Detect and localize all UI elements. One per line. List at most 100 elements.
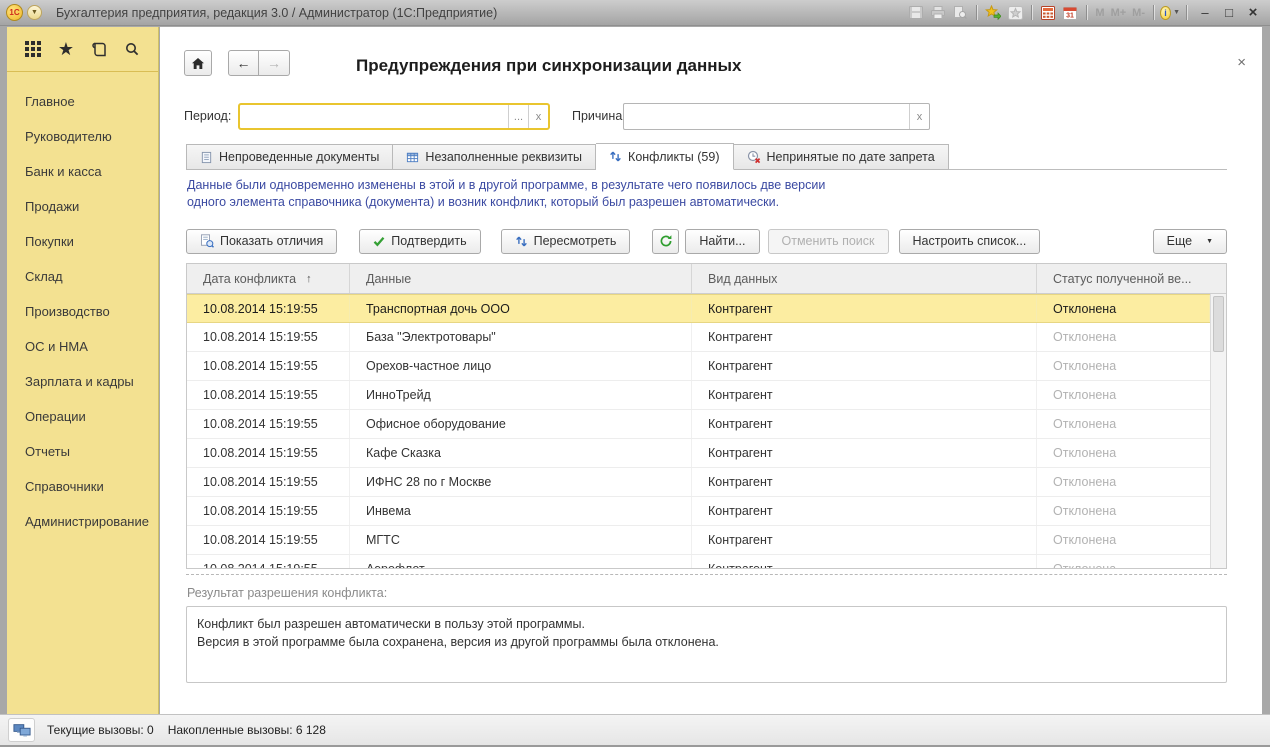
sidebar-item[interactable]: ОС и НМА	[7, 329, 158, 364]
forward-button[interactable]: →	[259, 50, 290, 76]
show-differences-label: Показать отличия	[220, 234, 323, 248]
table-row[interactable]: 10.08.2014 15:19:55 Аэрофлот Контрагент …	[187, 555, 1226, 569]
table-row[interactable]: 10.08.2014 15:19:55 ИнноТрейд Контрагент…	[187, 381, 1226, 410]
conflicts-table: Дата конфликта ↑ Данные Вид данных Стату…	[186, 263, 1227, 569]
table-row[interactable]: 10.08.2014 15:19:55 ИФНС 28 по г Москве …	[187, 468, 1226, 497]
info-dropdown-icon[interactable]: ▼	[1173, 9, 1180, 16]
main-menu-grid-icon[interactable]	[22, 38, 44, 60]
cancel-search-button[interactable]: Отменить поиск	[768, 229, 889, 254]
sidebar-item[interactable]: Руководителю	[7, 119, 158, 154]
calculator-icon[interactable]	[1038, 4, 1058, 22]
show-differences-button[interactable]: Показать отличия	[186, 229, 337, 254]
calendar-icon[interactable]: 31	[1060, 4, 1080, 22]
table-row[interactable]: 10.08.2014 15:19:55 Орехов-частное лицо …	[187, 352, 1226, 381]
server-calls-icon[interactable]	[8, 718, 35, 742]
scrollbar-thumb[interactable]	[1213, 296, 1224, 352]
reason-input[interactable]	[624, 104, 909, 129]
tab-label: Непринятые по дате запрета	[767, 150, 935, 164]
period-label: Период:	[184, 109, 231, 123]
history-icon[interactable]	[88, 38, 110, 60]
column-header-conflict-date[interactable]: Дата конфликта ↑	[187, 264, 350, 293]
sidebar-item[interactable]: Главное	[7, 84, 158, 119]
add-to-favorites-icon[interactable]	[983, 4, 1003, 22]
app-logo-icon[interactable]: 1С	[6, 4, 23, 21]
more-button[interactable]: Еще ▼	[1153, 229, 1227, 254]
configure-list-button[interactable]: Настроить список...	[899, 229, 1041, 254]
tab-rejected-by-date[interactable]: Непринятые по дате запрета	[734, 144, 949, 170]
sidebar-item[interactable]: Операции	[7, 399, 158, 434]
cell-data: Офисное оборудование	[350, 410, 692, 438]
period-clear-icon[interactable]: x	[528, 105, 548, 128]
sidebar-item[interactable]: Отчеты	[7, 434, 158, 469]
info-icon[interactable]: i▼	[1160, 4, 1180, 22]
print-icon[interactable]	[928, 4, 948, 22]
column-header-status[interactable]: Статус полученной ве...	[1037, 264, 1210, 293]
command-bar: Показать отличия Подтвердить Пересмотрет…	[186, 228, 1227, 254]
cell-data: ИФНС 28 по г Москве	[350, 468, 692, 496]
window-titlebar: 1С ▼ Бухгалтерия предприятия, редакция 3…	[0, 0, 1270, 26]
tab-unposted-documents[interactable]: Непроведенные документы	[186, 144, 393, 170]
sidebar-item[interactable]: Зарплата и кадры	[7, 364, 158, 399]
history-nav: ← →	[228, 50, 290, 76]
sidebar-item[interactable]: Администрирование	[7, 504, 158, 539]
table-row[interactable]: 10.08.2014 15:19:55 Офисное оборудование…	[187, 410, 1226, 439]
find-button[interactable]: Найти...	[685, 229, 759, 254]
cell-status: Отклонена	[1037, 526, 1210, 554]
table-row[interactable]: 10.08.2014 15:19:55 Кафе Сказка Контраге…	[187, 439, 1226, 468]
column-label: Вид данных	[708, 272, 777, 286]
resolution-line-2: Версия в этой программе была сохранена, …	[197, 633, 1216, 651]
reason-field: x	[623, 103, 930, 130]
form-close-icon[interactable]: ×	[1237, 54, 1246, 71]
cell-conflict-date: 10.08.2014 15:19:55	[187, 295, 350, 322]
sidebar-item[interactable]: Справочники	[7, 469, 158, 504]
memory-recall-button[interactable]: M	[1092, 7, 1107, 19]
search-icon[interactable]	[121, 38, 143, 60]
cell-conflict-date: 10.08.2014 15:19:55	[187, 323, 350, 351]
period-picker-button[interactable]: ...	[508, 105, 528, 128]
sidebar-item[interactable]: Производство	[7, 294, 158, 329]
cell-status: Отклонена	[1037, 468, 1210, 496]
refresh-icon	[659, 234, 673, 248]
sidebar-item[interactable]: Банк и касса	[7, 154, 158, 189]
check-icon	[373, 236, 385, 247]
home-button[interactable]	[184, 50, 212, 76]
table-scrollbar[interactable]	[1210, 294, 1226, 568]
table-row[interactable]: 10.08.2014 15:19:55 МГТС Контрагент Откл…	[187, 526, 1226, 555]
period-input[interactable]	[240, 105, 508, 128]
back-button[interactable]: ←	[228, 50, 259, 76]
maximize-button[interactable]: □	[1218, 4, 1240, 22]
column-header-kind[interactable]: Вид данных	[692, 264, 1037, 293]
close-button[interactable]: ×	[1242, 4, 1264, 22]
memory-minus-button[interactable]: M-	[1129, 7, 1148, 19]
memory-plus-button[interactable]: M+	[1108, 7, 1130, 19]
favorites-icon[interactable]	[1005, 4, 1025, 22]
cell-kind: Контрагент	[692, 555, 1037, 569]
column-header-data[interactable]: Данные	[350, 264, 692, 293]
print-preview-icon[interactable]	[950, 4, 970, 22]
cell-conflict-date: 10.08.2014 15:19:55	[187, 439, 350, 467]
cell-data: Транспортная дочь ООО	[350, 295, 692, 322]
sidebar-item[interactable]: Покупки	[7, 224, 158, 259]
sidebar-item[interactable]: Склад	[7, 259, 158, 294]
minimize-button[interactable]: –	[1194, 4, 1216, 22]
reason-clear-icon[interactable]: x	[909, 104, 929, 129]
cell-conflict-date: 10.08.2014 15:19:55	[187, 410, 350, 438]
table-row[interactable]: 10.08.2014 15:19:55 Транспортная дочь ОО…	[187, 294, 1226, 323]
save-icon[interactable]	[906, 4, 926, 22]
refresh-button[interactable]	[652, 229, 679, 254]
confirm-button[interactable]: Подтвердить	[359, 229, 480, 254]
cell-kind: Контрагент	[692, 439, 1037, 467]
table-row[interactable]: 10.08.2014 15:19:55 База "Электротовары"…	[187, 323, 1226, 352]
tab-label: Непроведенные документы	[219, 150, 379, 164]
current-calls-text: Текущие вызовы: 0	[47, 723, 154, 737]
table-row[interactable]: 10.08.2014 15:19:55 Инвема Контрагент От…	[187, 497, 1226, 526]
column-label: Данные	[366, 272, 411, 286]
system-menu-dropdown-icon[interactable]: ▼	[27, 5, 42, 20]
tab-conflicts[interactable]: Конфликты (59)	[596, 143, 733, 170]
sidebar-menu: ГлавноеРуководителюБанк и кассаПродажиПо…	[7, 72, 158, 539]
tab-unfilled-attributes[interactable]: Незаполненные реквизиты	[393, 144, 596, 170]
main-area: ← → Предупреждения при синхронизации дан…	[160, 27, 1262, 714]
review-button[interactable]: Пересмотреть	[501, 229, 631, 254]
favorites-star-icon[interactable]: ★	[55, 38, 77, 60]
sidebar-item[interactable]: Продажи	[7, 189, 158, 224]
